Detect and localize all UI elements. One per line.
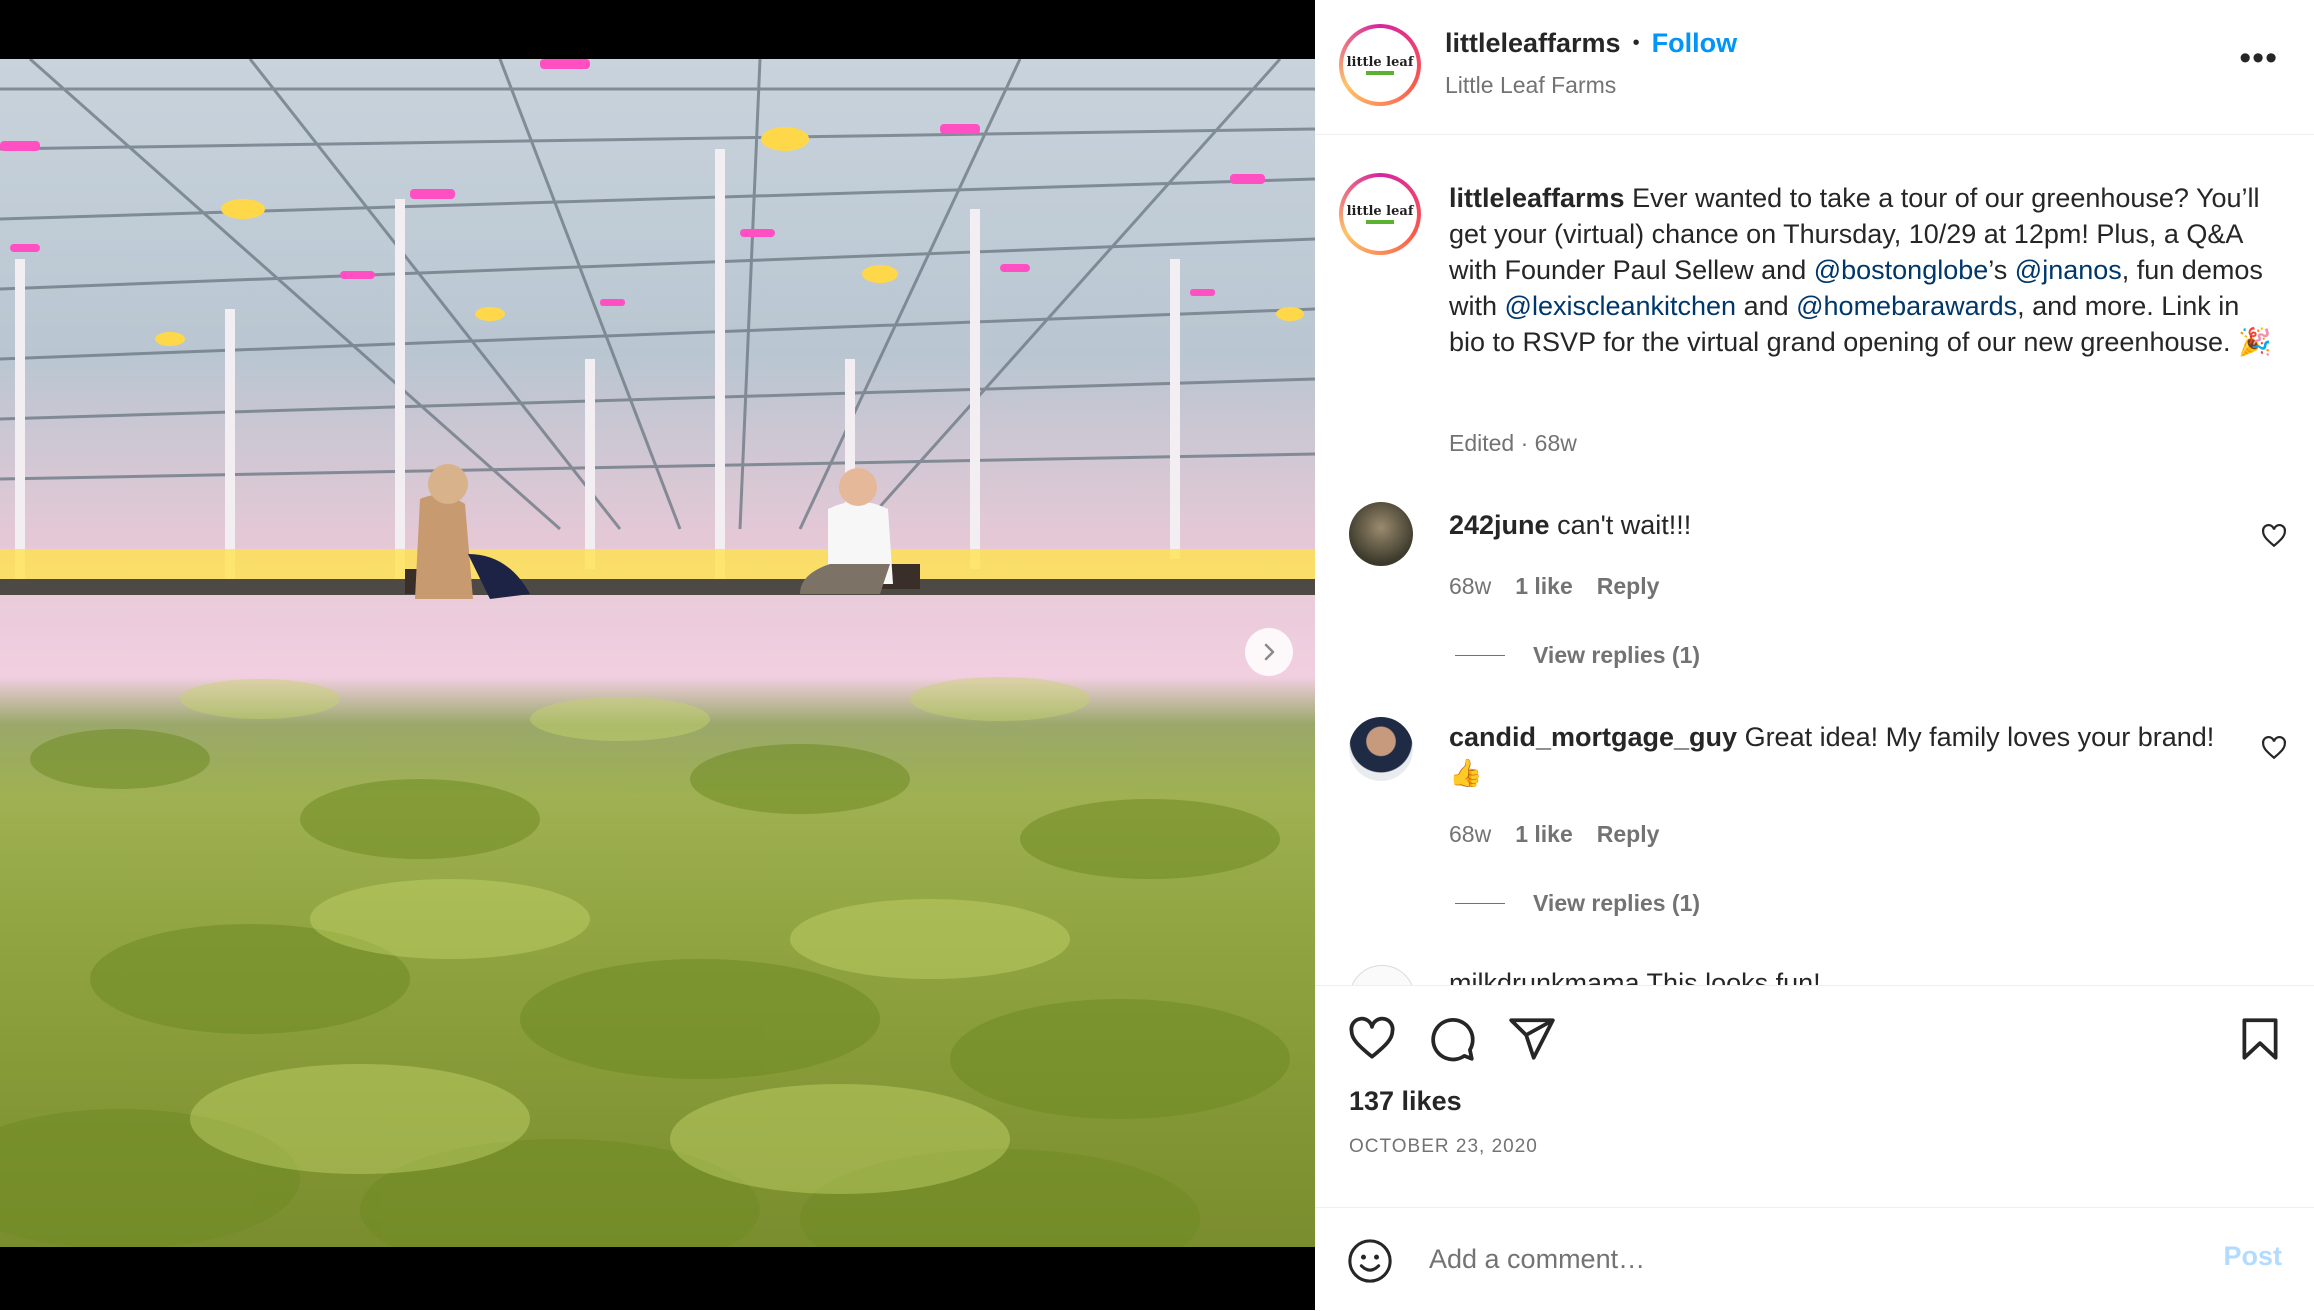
comment-body: candid_mortgage_guy Great idea! My famil… [1449, 719, 2229, 791]
comment-body: 242june can't wait!!! [1449, 507, 2229, 543]
replies-divider [1455, 655, 1505, 656]
post-media [0, 0, 1315, 1310]
caption-avatar[interactable]: little leaf [1339, 173, 1421, 255]
replies-divider [1455, 903, 1505, 904]
bookmark-icon[interactable] [2235, 1014, 2285, 1064]
caption-text-2: ’s [1988, 255, 2015, 285]
comment-meta: 68w 1 like Reply [1449, 821, 1659, 848]
comment-text: can't wait!!! [1549, 510, 1692, 540]
mention-link[interactable]: @jnanos [2015, 255, 2122, 285]
more-icon: ••• [2239, 39, 2278, 77]
emoji-icon[interactable] [1347, 1238, 1393, 1284]
comment-likes[interactable]: 1 like [1515, 573, 1573, 600]
mention-link[interactable]: @homebarawards [1796, 291, 2017, 321]
post-comment-button[interactable]: Post [2223, 1241, 2282, 1272]
comment-avatar[interactable] [1349, 502, 1413, 566]
partial-comment: milkdrunkmama This looks fun! [1449, 968, 1821, 985]
comment-icon[interactable] [1427, 1014, 1477, 1064]
comment-meta: 68w 1 like Reply [1449, 573, 1659, 600]
caption-username[interactable]: littleleaffarms [1449, 183, 1625, 213]
comment-input[interactable] [1427, 1238, 2131, 1280]
view-replies-button[interactable]: View replies (1) [1455, 642, 1700, 669]
greenhouse-illustration [0, 59, 1315, 1247]
post-actions: 137 likes OCTOBER 23, 2020 [1315, 985, 2314, 1208]
avatar-logo-bar [1366, 219, 1394, 224]
caption-text-6: and [1736, 291, 1797, 321]
heart-icon[interactable] [1347, 1014, 1397, 1064]
comment-username[interactable]: candid_mortgage_guy [1449, 722, 1737, 752]
view-replies-button[interactable]: View replies (1) [1455, 890, 1700, 917]
next-slide-button[interactable] [1245, 628, 1293, 676]
avatar-logo-bar [1366, 70, 1394, 75]
more-options-button[interactable]: ••• [2239, 41, 2278, 75]
comment-like-icon[interactable] [2261, 523, 2287, 549]
view-replies-label: View replies (1) [1533, 642, 1701, 668]
mention-link[interactable]: @lexiscleankitchen [1505, 291, 1737, 321]
comment-time[interactable]: 68w [1449, 821, 1491, 848]
share-icon[interactable] [1507, 1014, 1557, 1064]
comment-avatar[interactable] [1349, 965, 1415, 985]
view-replies-label: View replies (1) [1533, 890, 1701, 916]
add-comment-bar: Post [1315, 1207, 2314, 1311]
comment-like-icon[interactable] [2261, 735, 2287, 761]
greenhouse-photo[interactable] [0, 59, 1315, 1247]
post-caption: littleleaffarms Ever wanted to take a to… [1449, 180, 2279, 360]
follow-button[interactable]: Follow [1652, 28, 1737, 59]
comment-username[interactable]: 242june [1449, 510, 1550, 540]
avatar-logo-text: little leaf [1346, 54, 1414, 70]
post-date[interactable]: OCTOBER 23, 2020 [1349, 1136, 1538, 1158]
comment-reply-button[interactable]: Reply [1597, 821, 1660, 848]
caption-meta: Edited · 68w [1449, 430, 1577, 456]
header-separator: • [1632, 32, 1640, 54]
comment-avatar[interactable] [1349, 717, 1413, 781]
post-header: little leaf littleleaffarms • Follow Lit… [1315, 0, 2314, 135]
mention-link[interactable]: @bostonglobe [1814, 255, 1989, 285]
post-sidebar: little leaf littleleaffarms • Follow Lit… [1315, 0, 2314, 1310]
avatar-logo-text: little leaf [1346, 203, 1414, 219]
comment-reply-button[interactable]: Reply [1597, 573, 1660, 600]
chevron-right-icon [1264, 643, 1275, 661]
comments-list[interactable]: little leaf littleleaffarms Ever wanted … [1315, 135, 2314, 985]
avatar[interactable]: little leaf [1339, 24, 1421, 106]
comment-time[interactable]: 68w [1449, 573, 1491, 600]
likes-count[interactable]: 137 likes [1349, 1086, 1462, 1117]
header-username[interactable]: littleleaffarms [1445, 28, 1621, 59]
header-display-name[interactable]: Little Leaf Farms [1445, 72, 1616, 99]
comment-likes[interactable]: 1 like [1515, 821, 1573, 848]
